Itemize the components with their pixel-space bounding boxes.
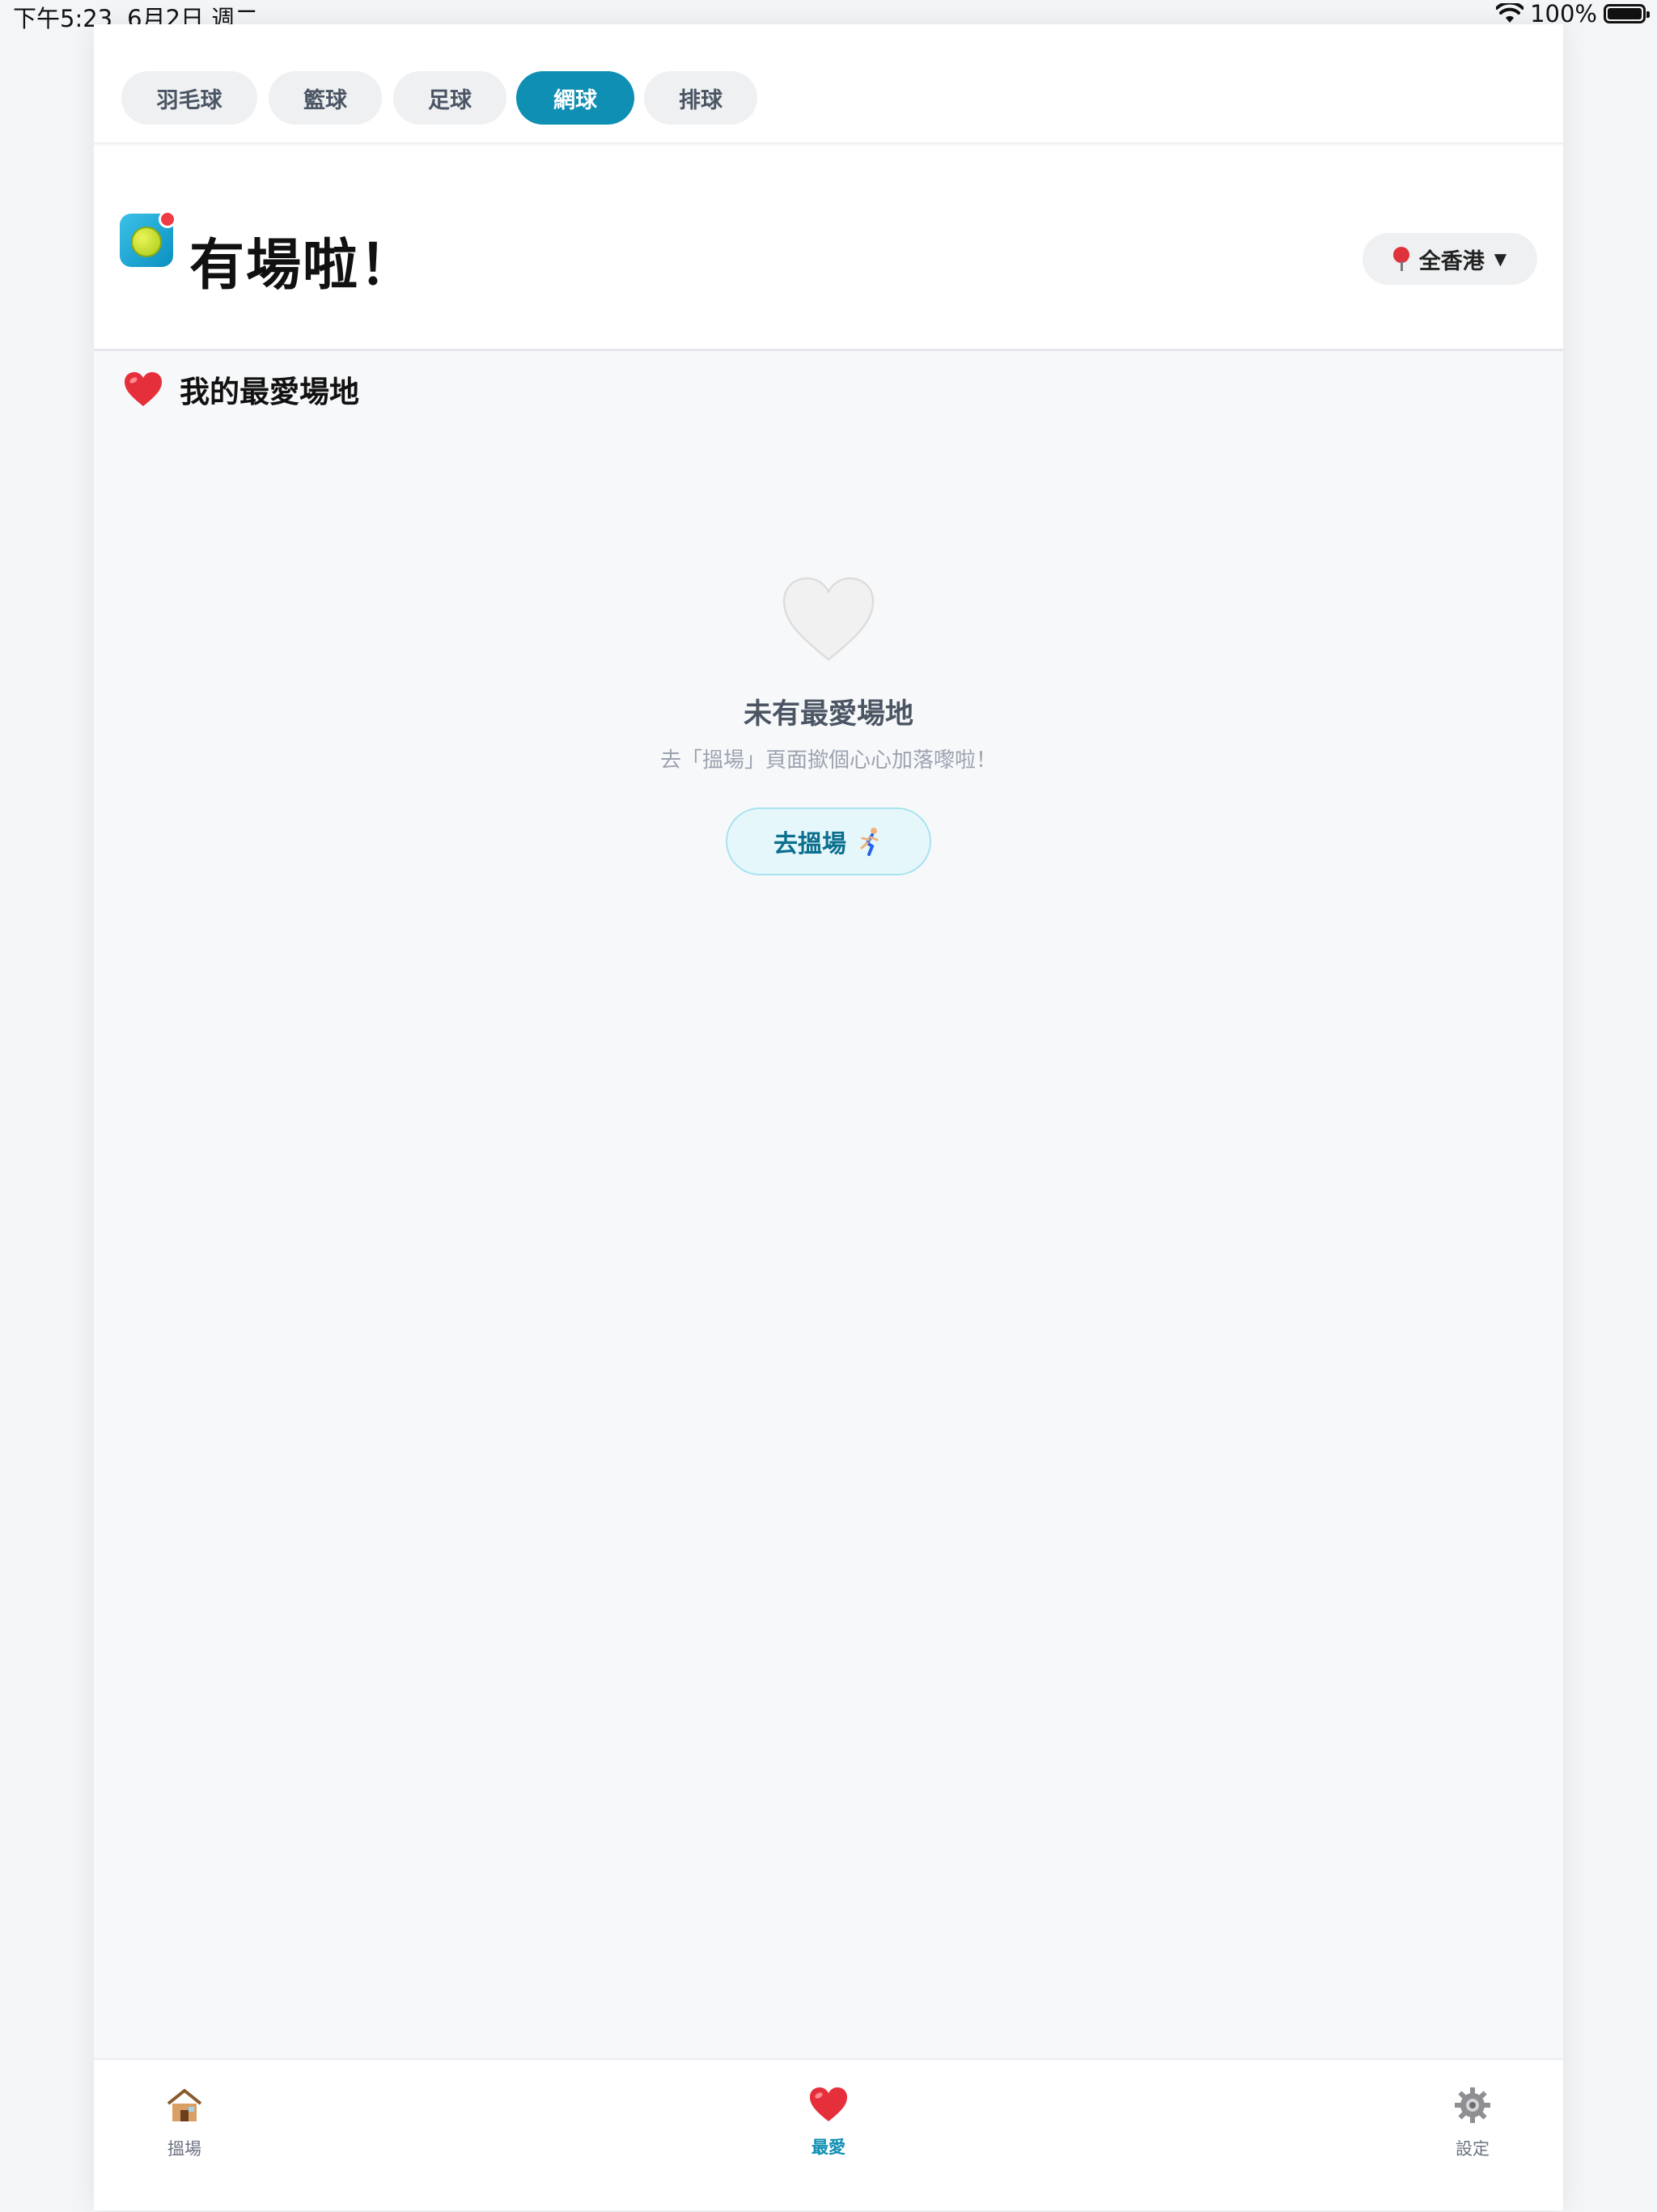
sport-pill-label: 網球 bbox=[553, 87, 597, 113]
tab-search[interactable]: 搵場 bbox=[136, 2060, 233, 2212]
app-logo bbox=[120, 210, 176, 267]
empty-subtitle: 去「搵場」頁面撳個心心加落嚟啦！ bbox=[659, 748, 997, 773]
app-window: 羽毛球 籃球 足球 網球 排球 有場啦！ 全香港 ▼ 我的最愛場地 未有最愛場地… bbox=[94, 24, 1563, 2210]
notification-dot bbox=[159, 210, 176, 228]
sport-pill-label: 足球 bbox=[428, 87, 472, 113]
sport-pill-label: 羽毛球 bbox=[156, 87, 222, 113]
heart-icon bbox=[810, 2087, 847, 2121]
app-header: 有場啦！ 全香港 ▼ bbox=[94, 146, 1563, 351]
sport-pill-tennis[interactable]: 網球 bbox=[516, 71, 634, 125]
sport-pill-label: 排球 bbox=[679, 87, 723, 113]
find-court-button[interactable]: 去搵場 bbox=[726, 807, 931, 875]
chevron-down-icon: ▼ bbox=[1494, 249, 1507, 269]
region-label: 全香港 bbox=[1418, 248, 1485, 274]
sport-pill-volleyball[interactable]: 排球 bbox=[644, 71, 757, 125]
status-right: 100% bbox=[1496, 0, 1650, 28]
empty-title: 未有最愛場地 bbox=[743, 698, 913, 731]
battery-fill bbox=[1608, 8, 1642, 19]
tab-label: 搵場 bbox=[167, 2139, 201, 2159]
status-bar: 下午5:23 6月2日 週二 100% bbox=[0, 0, 1657, 32]
sport-filter-bar: 羽毛球 籃球 足球 網球 排球 bbox=[94, 24, 1563, 144]
wifi-icon bbox=[1496, 3, 1524, 23]
tennis-ball-icon bbox=[131, 227, 162, 257]
battery-percent: 100% bbox=[1530, 0, 1597, 28]
empty-state: 未有最愛場地 去「搵場」頁面撳個心心加落嚟啦！ 去搵場 bbox=[94, 574, 1563, 875]
sport-pill-badminton[interactable]: 羽毛球 bbox=[121, 71, 257, 125]
region-selector[interactable]: 全香港 ▼ bbox=[1362, 233, 1537, 285]
sport-pill-basketball[interactable]: 籃球 bbox=[269, 71, 382, 125]
white-heart-icon bbox=[782, 577, 875, 661]
find-court-label: 去搵場 bbox=[773, 830, 846, 858]
red-heart-icon bbox=[125, 372, 162, 406]
favorites-section-header: 我的最愛場地 bbox=[123, 367, 359, 411]
house-icon bbox=[167, 2088, 202, 2121]
section-title: 我的最愛場地 bbox=[180, 375, 359, 409]
bottom-tab-bar: 搵場 最愛 設定 bbox=[94, 2058, 1563, 2210]
location-pin-icon bbox=[1392, 247, 1409, 271]
page-title: 有場啦！ bbox=[189, 234, 417, 298]
tab-label: 最愛 bbox=[812, 2138, 845, 2157]
runner-icon bbox=[860, 828, 879, 856]
gear-icon bbox=[1455, 2087, 1490, 2123]
tab-settings[interactable]: 設定 bbox=[1424, 2060, 1521, 2212]
tab-favorites[interactable]: 最愛 bbox=[780, 2060, 877, 2212]
sport-pill-label: 籃球 bbox=[303, 87, 347, 113]
sport-pill-football[interactable]: 足球 bbox=[393, 71, 506, 125]
tab-label: 設定 bbox=[1456, 2139, 1490, 2159]
battery-icon bbox=[1604, 4, 1650, 23]
